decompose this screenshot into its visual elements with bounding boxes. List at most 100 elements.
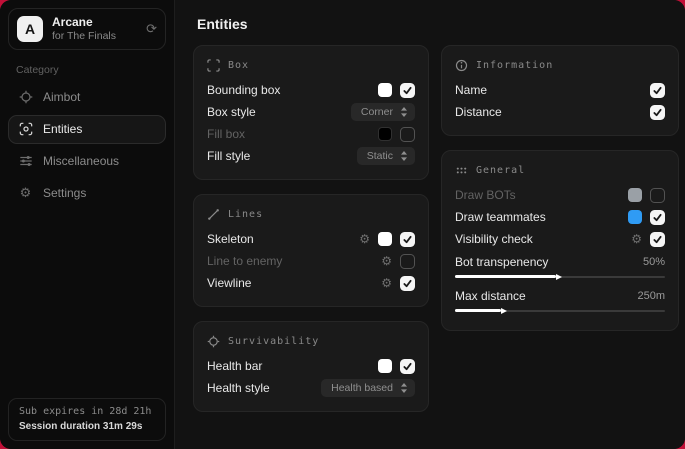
page-title: Entities xyxy=(197,16,679,32)
setting-row-skeleton: Skeleton ⚙ xyxy=(207,228,415,250)
panel-survivability: Survivability Health bar Health style xyxy=(193,321,429,412)
setting-row-fill-style: Fill style Static xyxy=(207,145,415,167)
checkbox[interactable] xyxy=(400,276,415,291)
slider-fill xyxy=(455,275,556,278)
panel-box: Box Bounding box Box style xyxy=(193,45,429,180)
panel-survivability-header: Survivability xyxy=(207,335,415,348)
setting-label: Box style xyxy=(207,105,256,119)
bot-transparency-slider-group: Bot transpenency 50% xyxy=(455,252,665,284)
panel-title: Information xyxy=(476,60,553,71)
checkbox[interactable] xyxy=(650,232,665,247)
setting-row-fill-box: Fill box xyxy=(207,123,415,145)
scan-icon xyxy=(18,122,33,137)
setting-label: Viewline xyxy=(207,276,251,290)
gear-icon[interactable]: ⚙ xyxy=(381,277,392,289)
setting-label: Name xyxy=(455,83,487,97)
panel-information: Information Name Distance xyxy=(441,45,679,136)
line-segment-icon xyxy=(207,208,220,221)
panel-general-header: General xyxy=(455,164,665,177)
app-logo: A xyxy=(17,16,43,42)
slider-value: 50% xyxy=(643,256,665,268)
setting-label: Bot transpenency xyxy=(455,255,548,269)
chevron-updown-icon xyxy=(400,151,408,161)
color-swatch[interactable] xyxy=(378,232,392,246)
max-distance-slider-group: Max distance 250m xyxy=(455,286,665,318)
setting-row-draw-teammates: Draw teammates xyxy=(455,206,665,228)
sub-expiry-text: Sub expires in 28d 21h xyxy=(19,406,155,417)
panel-box-header: Box xyxy=(207,59,415,72)
setting-label: Skeleton xyxy=(207,232,254,246)
setting-row-name: Name xyxy=(455,79,665,101)
category-label: Category xyxy=(8,50,166,83)
refresh-icon[interactable]: ⟳ xyxy=(146,22,157,35)
setting-row-box-style: Box style Corner xyxy=(207,101,415,123)
chevron-updown-icon xyxy=(400,107,408,117)
max-distance-slider[interactable] xyxy=(455,306,665,315)
box-corners-icon xyxy=(207,59,220,72)
setting-label: Visibility check xyxy=(455,232,533,246)
setting-label: Health style xyxy=(207,381,270,395)
checkbox[interactable] xyxy=(650,210,665,225)
dropdown-value: Health based xyxy=(331,382,393,394)
color-swatch[interactable] xyxy=(378,127,392,141)
sidebar-item-settings[interactable]: ⚙ Settings xyxy=(8,179,166,208)
setting-label: Bounding box xyxy=(207,83,280,97)
setting-row-line-to-enemy: Line to enemy ⚙ xyxy=(207,250,415,272)
right-column: Information Name Distance xyxy=(441,45,679,412)
sidebar-item-label: Entities xyxy=(43,122,82,136)
sidebar-item-entities[interactable]: Entities xyxy=(8,115,166,144)
setting-row-bounding-box: Bounding box xyxy=(207,79,415,101)
gear-icon[interactable]: ⚙ xyxy=(381,255,392,267)
box-style-dropdown[interactable]: Corner xyxy=(351,103,415,121)
checkbox[interactable] xyxy=(400,127,415,142)
left-column: Box Bounding box Box style xyxy=(193,45,429,412)
panel-title: Box xyxy=(228,60,249,71)
setting-row-distance: Distance xyxy=(455,101,665,123)
checkbox[interactable] xyxy=(400,232,415,247)
checkbox[interactable] xyxy=(400,254,415,269)
panel-lines: Lines Skeleton ⚙ Line to enemy xyxy=(193,194,429,307)
setting-row-health-style: Health style Health based xyxy=(207,377,415,399)
color-swatch[interactable] xyxy=(628,188,642,202)
panel-title: Survivability xyxy=(228,336,319,347)
slider-value: 250m xyxy=(637,290,665,302)
bot-transparency-slider[interactable] xyxy=(455,272,665,281)
sidebar-item-label: Settings xyxy=(43,186,86,200)
setting-label: Fill style xyxy=(207,149,250,163)
sidebar: A Arcane for The Finals ⟳ Category Aimbo… xyxy=(0,0,175,449)
sliders-icon xyxy=(18,154,33,169)
checkbox[interactable] xyxy=(400,359,415,374)
session-duration-text: Session duration 31m 29s xyxy=(19,421,155,432)
sidebar-item-label: Aimbot xyxy=(43,90,80,104)
slider-fill xyxy=(455,309,501,312)
checkbox[interactable] xyxy=(400,83,415,98)
life-reticle-icon xyxy=(207,335,220,348)
setting-label: Distance xyxy=(455,105,502,119)
main-content: Entities Box B xyxy=(175,0,685,449)
setting-label: Fill box xyxy=(207,127,245,141)
crosshair-icon xyxy=(18,90,33,105)
checkbox[interactable] xyxy=(650,83,665,98)
checkbox[interactable] xyxy=(650,188,665,203)
setting-row-health-bar: Health bar xyxy=(207,355,415,377)
gear-icon[interactable]: ⚙ xyxy=(359,233,370,245)
panel-information-header: Information xyxy=(455,59,665,72)
dropdown-value: Corner xyxy=(361,106,393,118)
panel-title: General xyxy=(476,165,525,176)
color-swatch[interactable] xyxy=(378,359,392,373)
panel-general: General Draw BOTs Draw teammates xyxy=(441,150,679,331)
setting-row-draw-bots: Draw BOTs xyxy=(455,184,665,206)
dropdown-value: Static xyxy=(367,150,393,162)
color-swatch[interactable] xyxy=(628,210,642,224)
sidebar-item-miscellaneous[interactable]: Miscellaneous xyxy=(8,147,166,176)
sidebar-item-aimbot[interactable]: Aimbot xyxy=(8,83,166,112)
color-swatch[interactable] xyxy=(378,83,392,97)
logo-card: A Arcane for The Finals ⟳ xyxy=(8,8,166,50)
health-style-dropdown[interactable]: Health based xyxy=(321,379,415,397)
gear-icon[interactable]: ⚙ xyxy=(631,233,642,245)
sidebar-item-label: Miscellaneous xyxy=(43,154,119,168)
setting-label: Draw BOTs xyxy=(455,188,516,202)
fill-style-dropdown[interactable]: Static xyxy=(357,147,415,165)
checkbox[interactable] xyxy=(650,105,665,120)
app-window: A Arcane for The Finals ⟳ Category Aimbo… xyxy=(0,0,685,449)
